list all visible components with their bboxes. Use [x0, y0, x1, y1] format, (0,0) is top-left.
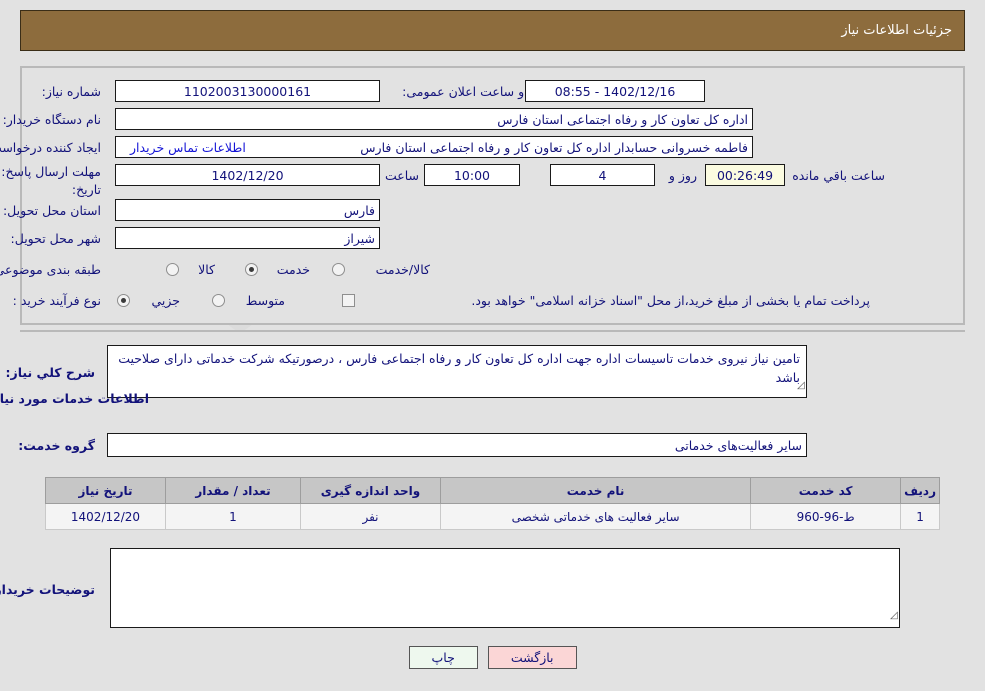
resize-grip-icon: ◺: [797, 380, 805, 391]
deadline-label-line1: مهلت ارسال پاسخ: تا: [0, 164, 101, 179]
td-row: 1: [900, 503, 940, 530]
services-section-heading: اطلاعات خدمات مورد نیاز: [0, 391, 149, 406]
buyer-org-label: نام دستگاه خریدار:: [2, 112, 101, 127]
td-date: 1402/12/20: [45, 503, 166, 530]
page-title: جزئیات اطلاعات نیاز: [841, 23, 952, 38]
th-code: کد خدمت: [750, 477, 902, 504]
countdown-timer: 00:26:49: [705, 164, 785, 186]
subject-category-label: طبقه بندی موضوعی:: [0, 262, 101, 277]
th-qty: تعداد / مقدار: [165, 477, 301, 504]
announce-datetime-field: 1402/12/16 - 08:55: [525, 80, 705, 102]
td-qty: 1: [165, 503, 301, 530]
td-name: سایر فعالیت های خدماتی شخصی: [439, 503, 752, 530]
purchase-process-label: نوع فرآیند خرید :: [12, 293, 101, 308]
th-row: ردیف: [900, 477, 940, 504]
th-name: نام خدمت: [439, 477, 752, 504]
delivery-city-label: شهر محل تحویل:: [10, 231, 101, 246]
buyer-comments-textarea[interactable]: [110, 548, 900, 628]
radio-category-kala[interactable]: [166, 263, 179, 276]
table-row: 1 ط-96-960 سایر فعالیت های خدماتی شخصی ن…: [45, 503, 940, 530]
td-code: ط-96-960: [750, 503, 902, 530]
th-date: تاریخ نیاز: [45, 477, 166, 504]
deadline-label-line2: تاریخ:: [71, 182, 101, 197]
deadline-time-field: 10:00: [424, 164, 520, 186]
radio-category-kala-khedmat-label: کالا/خدمت: [375, 262, 430, 277]
deadline-date-field: 1402/12/20: [115, 164, 380, 186]
radio-category-kala-khedmat[interactable]: [332, 263, 345, 276]
delivery-province-field: فارس: [115, 199, 380, 221]
page-title-bar: جزئیات اطلاعات نیاز: [20, 10, 965, 51]
print-button[interactable]: چاپ: [408, 646, 478, 669]
footer-button-row: بازگشت چاپ: [0, 646, 985, 669]
page-root: AriaTender.net جزئیات اطلاعات نیاز شماره…: [0, 0, 985, 691]
radio-category-khedmat-label: خدمت: [276, 262, 310, 277]
countdown-label: ساعت باقي مانده: [792, 168, 885, 183]
request-creator-label: ایجاد کننده درخواست:: [0, 140, 101, 155]
back-button[interactable]: بازگشت: [487, 646, 577, 669]
need-number-field: 1102003130000161: [115, 80, 380, 102]
service-group-label: گروه خدمت:: [18, 438, 95, 453]
radio-process-jozee[interactable]: [117, 294, 130, 307]
general-description-textarea[interactable]: تامین نیاز نیروی خدمات تاسیسات اداره جهت…: [107, 345, 807, 398]
delivery-city-field: شیراز: [115, 227, 380, 249]
radio-process-motevaset[interactable]: [212, 294, 225, 307]
service-group-field: سایر فعالیت‌های خدماتی: [107, 433, 807, 457]
need-info-panel: [20, 66, 965, 325]
radio-category-kala-label: کالا: [198, 262, 215, 277]
delivery-province-label: استان محل تحویل:: [2, 203, 101, 218]
services-table: ردیف کد خدمت نام خدمت واحد اندازه گیری ت…: [45, 477, 940, 530]
general-description-label: شرح کلي نیاز:: [5, 365, 95, 380]
remaining-days-field: 4: [550, 164, 655, 186]
radio-process-jozee-label: جزیي: [151, 293, 180, 308]
th-unit: واحد اندازه گیری: [300, 477, 441, 504]
hour-label: ساعت: [384, 168, 419, 183]
days-label: روز و: [668, 168, 697, 183]
resize-grip-icon-2: ◺: [890, 610, 898, 621]
td-unit: نفر: [300, 503, 441, 530]
treasury-bond-note: پرداخت تمام یا بخشی از مبلغ خرید،از محل …: [471, 293, 870, 308]
need-number-label: شماره نیاز:: [41, 84, 101, 99]
table-header-row: ردیف کد خدمت نام خدمت واحد اندازه گیری ت…: [45, 477, 940, 504]
radio-process-motevaset-label: متوسط: [245, 293, 285, 308]
buyer-org-field: اداره کل تعاون کار و رفاه اجتماعی استان …: [115, 108, 753, 130]
radio-category-khedmat[interactable]: [245, 263, 258, 276]
buyer-comments-label: توضیحات خریدار;: [0, 582, 95, 597]
buyer-contact-link[interactable]: اطلاعات تماس خریدار: [130, 140, 246, 155]
treasury-bond-checkbox[interactable]: [342, 294, 355, 307]
